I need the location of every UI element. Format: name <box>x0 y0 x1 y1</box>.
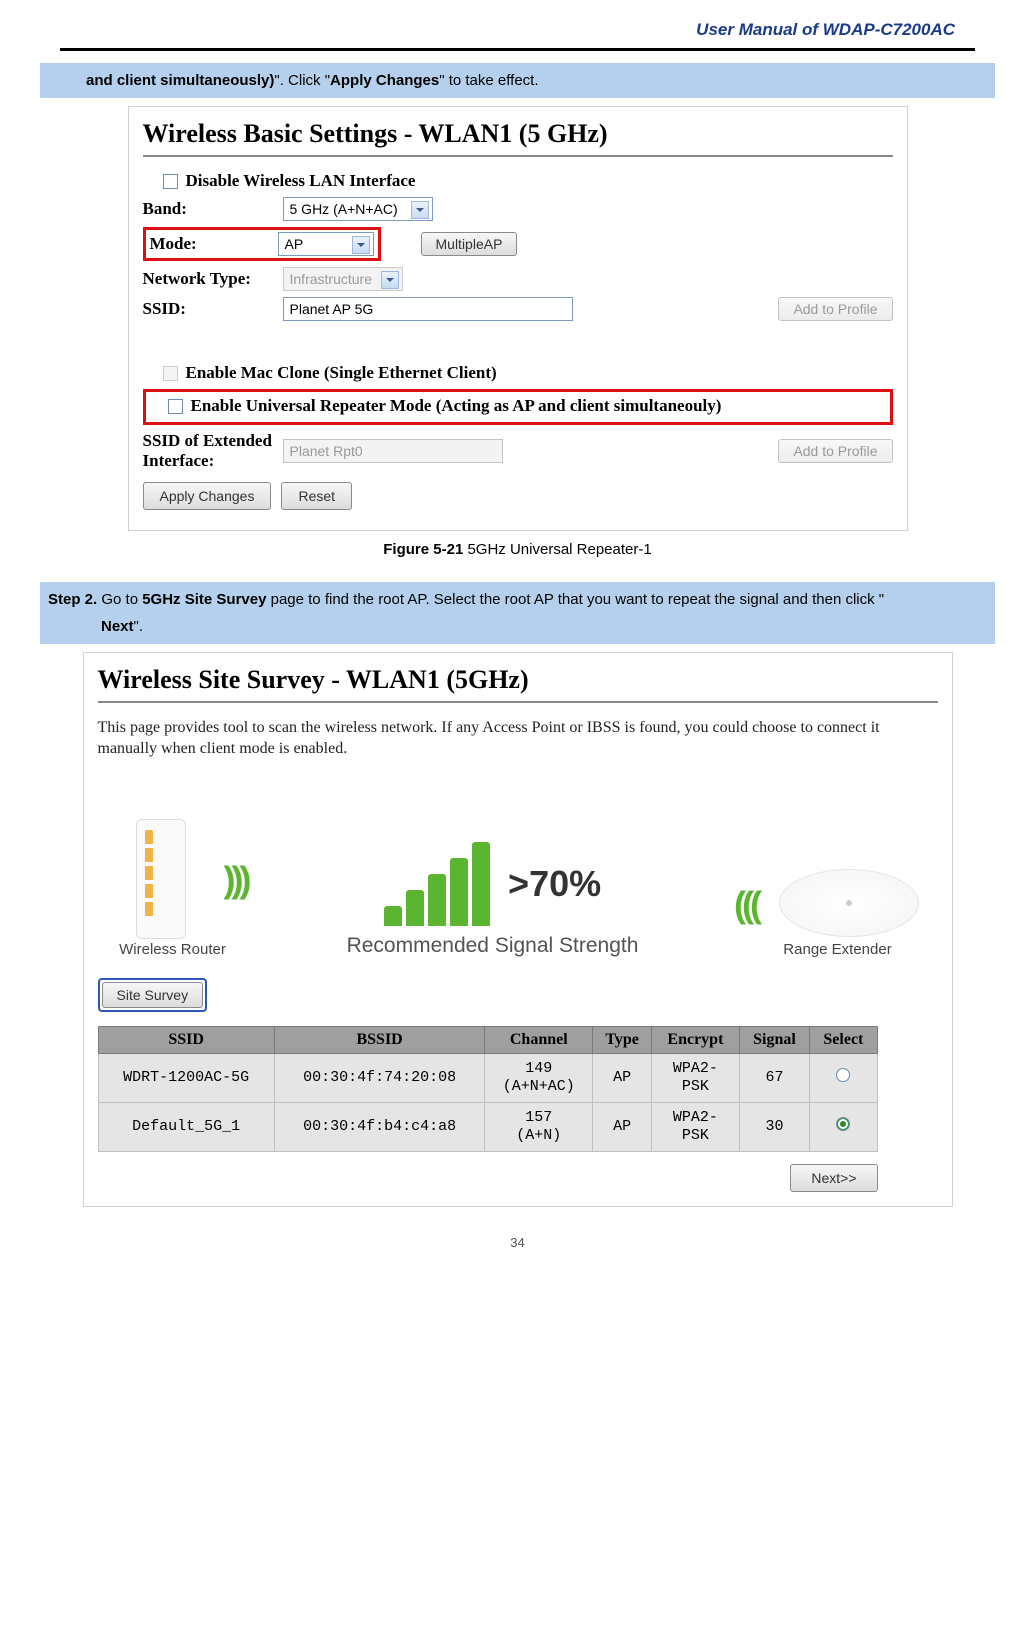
table-row: Default_5G_100:30:4f:b4:c4:a8157(A+N)APW… <box>98 1102 877 1151</box>
next-button[interactable]: Next>> <box>790 1164 877 1192</box>
table-cell: WPA2-PSK <box>652 1102 740 1151</box>
extender-icon <box>779 869 919 937</box>
router-icon <box>136 819 186 939</box>
table-cell: Default_5G_1 <box>98 1102 274 1151</box>
col-bssid: BSSID <box>274 1026 485 1053</box>
mac-clone-checkbox <box>163 366 178 381</box>
router-label: Wireless Router <box>98 941 248 958</box>
table-cell: WPA2-PSK <box>652 1053 740 1102</box>
step1-bold-clientsim: and client simultaneously) <box>86 72 274 89</box>
ssid-ext-input: Planet Rpt0 <box>283 439 503 463</box>
network-type-select: Infrastructure <box>283 267 403 291</box>
site-survey-title: Wireless Site Survey - WLAN1 (5GHz) <box>98 665 938 695</box>
col-select: Select <box>810 1026 877 1053</box>
step2-bold-next: Next <box>101 618 134 635</box>
ssid-label: SSID: <box>143 299 283 319</box>
wave-icon-right: ))) <box>224 859 248 901</box>
signal-diagram: ))) Wireless Router >70% Recommended Sig… <box>98 778 938 958</box>
reset-button[interactable]: Reset <box>281 482 352 510</box>
select-radio[interactable] <box>836 1117 850 1131</box>
basic-settings-title: Wireless Basic Settings - WLAN1 (5 GHz) <box>143 119 893 149</box>
mac-clone-label: Enable Mac Clone (Single Ethernet Client… <box>186 363 497 383</box>
select-radio[interactable] <box>836 1068 850 1082</box>
table-cell: 67 <box>739 1053 810 1102</box>
survey-results-table: SSID BSSID Channel Type Encrypt Signal S… <box>98 1026 878 1152</box>
apply-changes-button[interactable]: Apply Changes <box>143 482 272 510</box>
table-cell: 00:30:4f:b4:c4:a8 <box>274 1102 485 1151</box>
step2-bold-survey: 5GHz Site Survey <box>142 591 266 608</box>
band-label: Band: <box>143 199 283 219</box>
col-ssid: SSID <box>98 1026 274 1053</box>
table-cell: 00:30:4f:74:20:08 <box>274 1053 485 1102</box>
multiple-ap-button[interactable]: MultipleAP <box>421 232 518 256</box>
select-cell <box>810 1053 877 1102</box>
step1-bold-apply: Apply Changes <box>330 72 439 89</box>
figure-5-21-caption: Figure 5-21 5GHz Universal Repeater-1 <box>60 541 975 558</box>
table-cell: 30 <box>739 1102 810 1151</box>
ssid-ext-label-line1: SSID of Extended <box>143 431 272 450</box>
repeater-highlight-box: Enable Universal Repeater Mode (Acting a… <box>143 389 893 425</box>
signal-bars-icon <box>384 842 490 926</box>
step2-instruction: Step 2. Go to 5GHz Site Survey page to f… <box>40 582 995 644</box>
add-to-profile-button-1: Add to Profile <box>778 297 892 321</box>
table-cell: AP <box>593 1053 652 1102</box>
site-survey-description: This page provides tool to scan the wire… <box>98 717 938 760</box>
table-cell: AP <box>593 1102 652 1151</box>
title-underline <box>143 155 893 157</box>
page-number: 34 <box>60 1235 975 1250</box>
table-row: WDRT-1200AC-5G00:30:4f:74:20:08149(A+N+A… <box>98 1053 877 1102</box>
repeater-label: Enable Universal Repeater Mode (Acting a… <box>191 396 722 416</box>
network-type-label: Network Type: <box>143 269 283 289</box>
signal-percentage: >70% <box>508 863 601 905</box>
ssid-input[interactable]: Planet AP 5G <box>283 297 573 321</box>
figure-5-21-screenshot: Wireless Basic Settings - WLAN1 (5 GHz) … <box>128 106 908 531</box>
col-encrypt: Encrypt <box>652 1026 740 1053</box>
doc-header: User Manual of WDAP-C7200AC <box>60 20 975 40</box>
step2-label: Step 2. <box>48 591 97 608</box>
mode-label: Mode: <box>150 234 278 254</box>
repeater-checkbox[interactable] <box>168 399 183 414</box>
step1-instruction: and client simultaneously)". Click "Appl… <box>40 63 995 98</box>
title-underline-2 <box>98 701 938 703</box>
table-cell: 149(A+N+AC) <box>485 1053 593 1102</box>
add-to-profile-button-2: Add to Profile <box>778 439 892 463</box>
select-cell <box>810 1102 877 1151</box>
disable-wlan-label: Disable Wireless LAN Interface <box>186 171 416 191</box>
ssid-ext-label-line2: Interface: <box>143 451 215 470</box>
disable-wlan-checkbox[interactable] <box>163 174 178 189</box>
table-cell: 157(A+N) <box>485 1102 593 1151</box>
col-signal: Signal <box>739 1026 810 1053</box>
mode-select[interactable]: AP <box>278 232 374 256</box>
wave-icon-left: ))) <box>738 884 762 926</box>
extender-label: Range Extender <box>738 941 938 958</box>
hr-divider <box>60 48 975 51</box>
site-survey-button-highlight: Site Survey <box>98 978 208 1012</box>
table-cell: WDRT-1200AC-5G <box>98 1053 274 1102</box>
band-select[interactable]: 5 GHz (A+N+AC) <box>283 197 433 221</box>
site-survey-button[interactable]: Site Survey <box>102 982 204 1008</box>
site-survey-screenshot: Wireless Site Survey - WLAN1 (5GHz) This… <box>83 652 953 1207</box>
recommended-strength-label: Recommended Signal Strength <box>248 934 738 958</box>
col-channel: Channel <box>485 1026 593 1053</box>
col-type: Type <box>593 1026 652 1053</box>
